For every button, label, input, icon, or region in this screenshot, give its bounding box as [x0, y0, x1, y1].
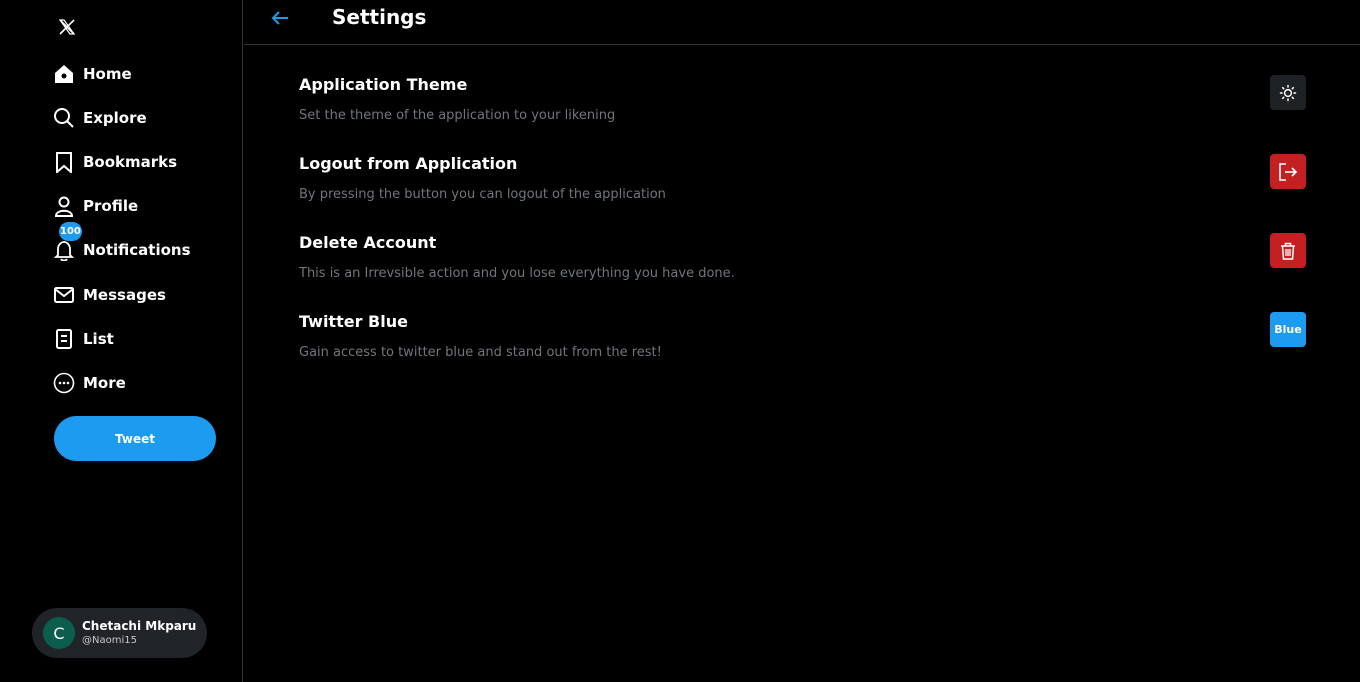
setting-title: Application Theme	[299, 75, 468, 94]
envelope-icon	[53, 284, 75, 306]
sun-icon	[1279, 84, 1297, 102]
sidebar-item-label: Profile	[83, 197, 139, 215]
setting-twitter-blue: Twitter Blue Gain access to twitter blue…	[299, 312, 1307, 372]
account-info: Chetachi Mkparu @Naomi15	[82, 620, 196, 646]
setting-delete-account: Delete Account This is an Irrevsible act…	[299, 233, 1307, 293]
sidebar-item-explore[interactable]: Explore	[53, 103, 147, 133]
sidebar-item-label: Messages	[83, 286, 166, 304]
header: Settings	[244, 0, 1360, 45]
setting-description: Set the theme of the application to your…	[299, 108, 616, 123]
sidebar-item-notifications[interactable]: 100 Notifications	[53, 222, 191, 265]
search-icon	[53, 107, 75, 129]
sidebar-item-label: List	[83, 330, 114, 348]
sidebar-item-label: Notifications	[83, 241, 191, 259]
x-logo-icon[interactable]	[57, 17, 77, 37]
setting-title: Logout from Application	[299, 154, 518, 173]
home-icon	[53, 63, 75, 85]
account-handle: @Naomi15	[82, 635, 137, 646]
account-switcher[interactable]: C Chetachi Mkparu @Naomi15	[32, 608, 207, 658]
page-title: Settings	[332, 5, 427, 29]
sidebar-item-home[interactable]: Home	[53, 59, 132, 89]
sidebar-item-label: Bookmarks	[83, 153, 178, 171]
logout-icon	[1277, 161, 1299, 183]
back-button[interactable]	[270, 8, 290, 28]
setting-description: By pressing the button you can logout of…	[299, 187, 666, 202]
setting-logout: Logout from Application By pressing the …	[299, 154, 1307, 214]
trash-icon	[1278, 241, 1298, 261]
bookmark-icon	[53, 151, 75, 173]
more-icon	[53, 372, 75, 394]
sidebar-item-bookmarks[interactable]: Bookmarks	[53, 147, 177, 177]
avatar: C	[43, 617, 75, 649]
theme-toggle-button[interactable]	[1270, 75, 1306, 110]
setting-description: Gain access to twitter blue and stand ou…	[299, 345, 662, 360]
sidebar-item-label: More	[83, 374, 126, 392]
account-name: Chetachi Mkparu	[82, 619, 197, 633]
twitter-blue-button[interactable]: Blue	[1270, 312, 1306, 347]
bell-icon: 100	[53, 222, 82, 261]
setting-title: Delete Account	[299, 233, 437, 252]
list-icon	[53, 328, 75, 350]
sidebar-item-profile[interactable]: Profile	[53, 191, 138, 221]
sidebar: Home Explore Bookmarks Profile 100 Notif…	[0, 0, 243, 682]
notification-badge: 100	[59, 222, 82, 241]
logout-button[interactable]	[1270, 154, 1306, 189]
app: Home Explore Bookmarks Profile 100 Notif…	[0, 0, 1360, 682]
arrow-left-icon	[270, 8, 290, 28]
setting-application-theme: Application Theme Set the theme of the a…	[299, 75, 1307, 135]
delete-account-button[interactable]	[1270, 233, 1306, 268]
setting-description: This is an Irrevsible action and you los…	[299, 266, 735, 281]
main-content: Settings Application Theme Set the theme…	[244, 0, 1360, 682]
sidebar-item-label: Home	[83, 65, 132, 83]
tweet-button[interactable]: Tweet	[54, 416, 216, 461]
setting-title: Twitter Blue	[299, 312, 408, 331]
sidebar-item-list[interactable]: List	[53, 324, 114, 354]
person-icon	[53, 195, 75, 217]
sidebar-item-label: Explore	[83, 109, 147, 127]
sidebar-item-more[interactable]: More	[53, 368, 126, 398]
sidebar-item-messages[interactable]: Messages	[53, 280, 166, 310]
